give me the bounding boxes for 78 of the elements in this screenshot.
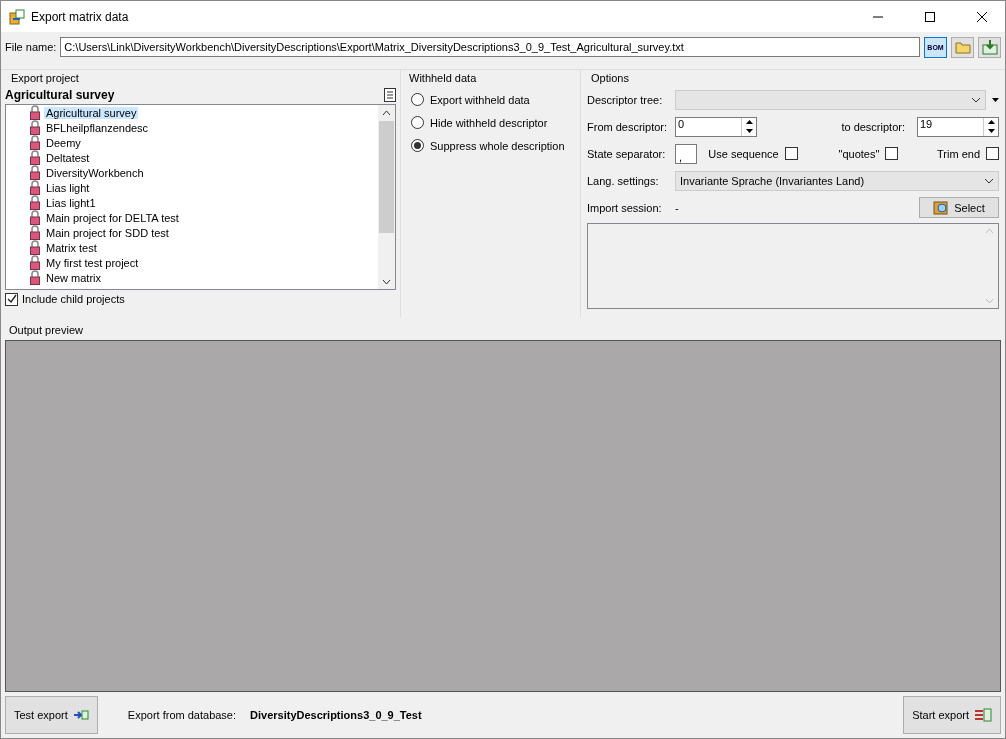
project-item[interactable]: Lias light xyxy=(44,181,92,194)
lock-icon xyxy=(30,165,40,180)
project-item[interactable]: Deemy xyxy=(44,136,83,149)
spin-down-icon[interactable] xyxy=(987,129,995,133)
project-item[interactable]: Agricultural survey xyxy=(44,106,139,119)
field-label: Import session: xyxy=(587,201,663,214)
lock-icon xyxy=(30,195,40,210)
lock-icon xyxy=(30,135,40,150)
select-button[interactable]: Select xyxy=(919,197,999,218)
minimize-icon[interactable] xyxy=(873,15,883,18)
project-item[interactable]: New matrix xyxy=(44,271,103,284)
chevron-down-icon xyxy=(984,177,994,184)
field-label: to descriptor: xyxy=(840,120,905,133)
spin-down-icon[interactable] xyxy=(745,129,753,133)
lock-icon xyxy=(30,240,40,255)
start-export-button[interactable]: Start export xyxy=(903,696,1001,734)
checkbox[interactable] xyxy=(5,292,18,306)
database-label: Export from database: xyxy=(127,709,237,721)
maximize-icon[interactable] xyxy=(925,11,935,22)
project-item[interactable]: Matrix test xyxy=(44,241,99,254)
spin-up-icon[interactable] xyxy=(987,120,995,124)
lock-icon xyxy=(30,255,40,270)
lock-icon xyxy=(30,105,40,120)
radio-button[interactable] xyxy=(411,93,424,106)
lock-icon xyxy=(30,270,40,285)
project-tree[interactable]: Agricultural survey BFLheilpflanzendesc Deemy Deltatest DiversityWorkbench Lias light Lias light1 Main project for DELTA test Main project for SDD test Matrix test My first test project New matrix xyxy=(5,104,396,290)
lock-icon xyxy=(30,150,40,165)
export-arrow-icon xyxy=(72,709,89,721)
checkbox-label: Include child projects xyxy=(22,293,125,305)
spin-up-icon[interactable] xyxy=(745,120,753,124)
radio-button[interactable] xyxy=(411,139,424,152)
field-label: State separator: xyxy=(587,147,667,160)
export-app-icon xyxy=(9,8,25,25)
project-item[interactable]: Lias light1 xyxy=(44,196,98,209)
document-icon[interactable] xyxy=(384,88,396,102)
checkbox[interactable] xyxy=(784,147,798,160)
field-label: Lang. settings: xyxy=(587,174,660,187)
group-title: Options xyxy=(591,72,630,84)
chevron-down-icon xyxy=(971,96,981,103)
lock-icon xyxy=(30,210,40,225)
checkbox-label: Trim end xyxy=(936,147,980,160)
import-session-value: - xyxy=(675,201,680,214)
file-name-label: File name: xyxy=(5,41,57,53)
group-title: Output preview xyxy=(9,324,84,338)
group-title: Withheld data xyxy=(409,72,478,84)
project-item[interactable]: Main project for DELTA test xyxy=(44,211,181,224)
project-item[interactable]: DiversityWorkbench xyxy=(44,166,146,179)
radio-label: Suppress whole description xyxy=(430,139,565,152)
project-item[interactable]: Main project for SDD test xyxy=(44,226,171,239)
field-label: From descriptor: xyxy=(587,120,669,133)
radio-button[interactable] xyxy=(411,116,424,129)
project-item[interactable]: Deltatest xyxy=(44,151,92,164)
caret-icon[interactable] xyxy=(992,97,999,102)
project-item[interactable]: My first test project xyxy=(44,256,141,269)
radio-label: Export withheld data xyxy=(430,93,530,106)
file-name-field[interactable]: C:\Users\Link\DiversityWorkbench\DiversityDescriptions\Export\Matrix_DiversityDescriptions3_0_9_Test_Agricultural_survey.txt xyxy=(60,37,920,57)
checkbox-label: Use sequence xyxy=(707,147,779,160)
group-title: Export project xyxy=(11,72,80,86)
checkbox[interactable] xyxy=(885,147,899,160)
project-item[interactable]: BFLheilpflanzendesc xyxy=(44,121,151,134)
database-name: DiversityDescriptions3_0_9_Test xyxy=(250,709,423,721)
current-project-label: Agricultural survey xyxy=(5,88,115,102)
lock-icon xyxy=(30,180,40,195)
from-descriptor-spinner[interactable]: 0 xyxy=(675,116,757,137)
checkbox[interactable] xyxy=(986,147,999,160)
state-separator-field[interactable]: , xyxy=(675,143,697,164)
lock-icon xyxy=(30,120,40,135)
close-icon[interactable] xyxy=(977,11,987,22)
to-descriptor-spinner[interactable]: 19 xyxy=(917,116,999,137)
language-dropdown[interactable]: Invariante Sprache (Invariantes Land) xyxy=(675,170,999,191)
test-export-button[interactable]: Test export xyxy=(5,696,98,734)
lock-icon xyxy=(30,225,40,240)
field-label: Descriptor tree: xyxy=(587,93,664,106)
radio-label: Hide withheld descriptor xyxy=(430,116,548,129)
window-title: Export matrix data xyxy=(31,9,130,24)
save-export-button[interactable] xyxy=(978,36,1001,58)
checkbox-label: "quotes" xyxy=(837,147,880,160)
scrollbar[interactable] xyxy=(378,105,395,289)
